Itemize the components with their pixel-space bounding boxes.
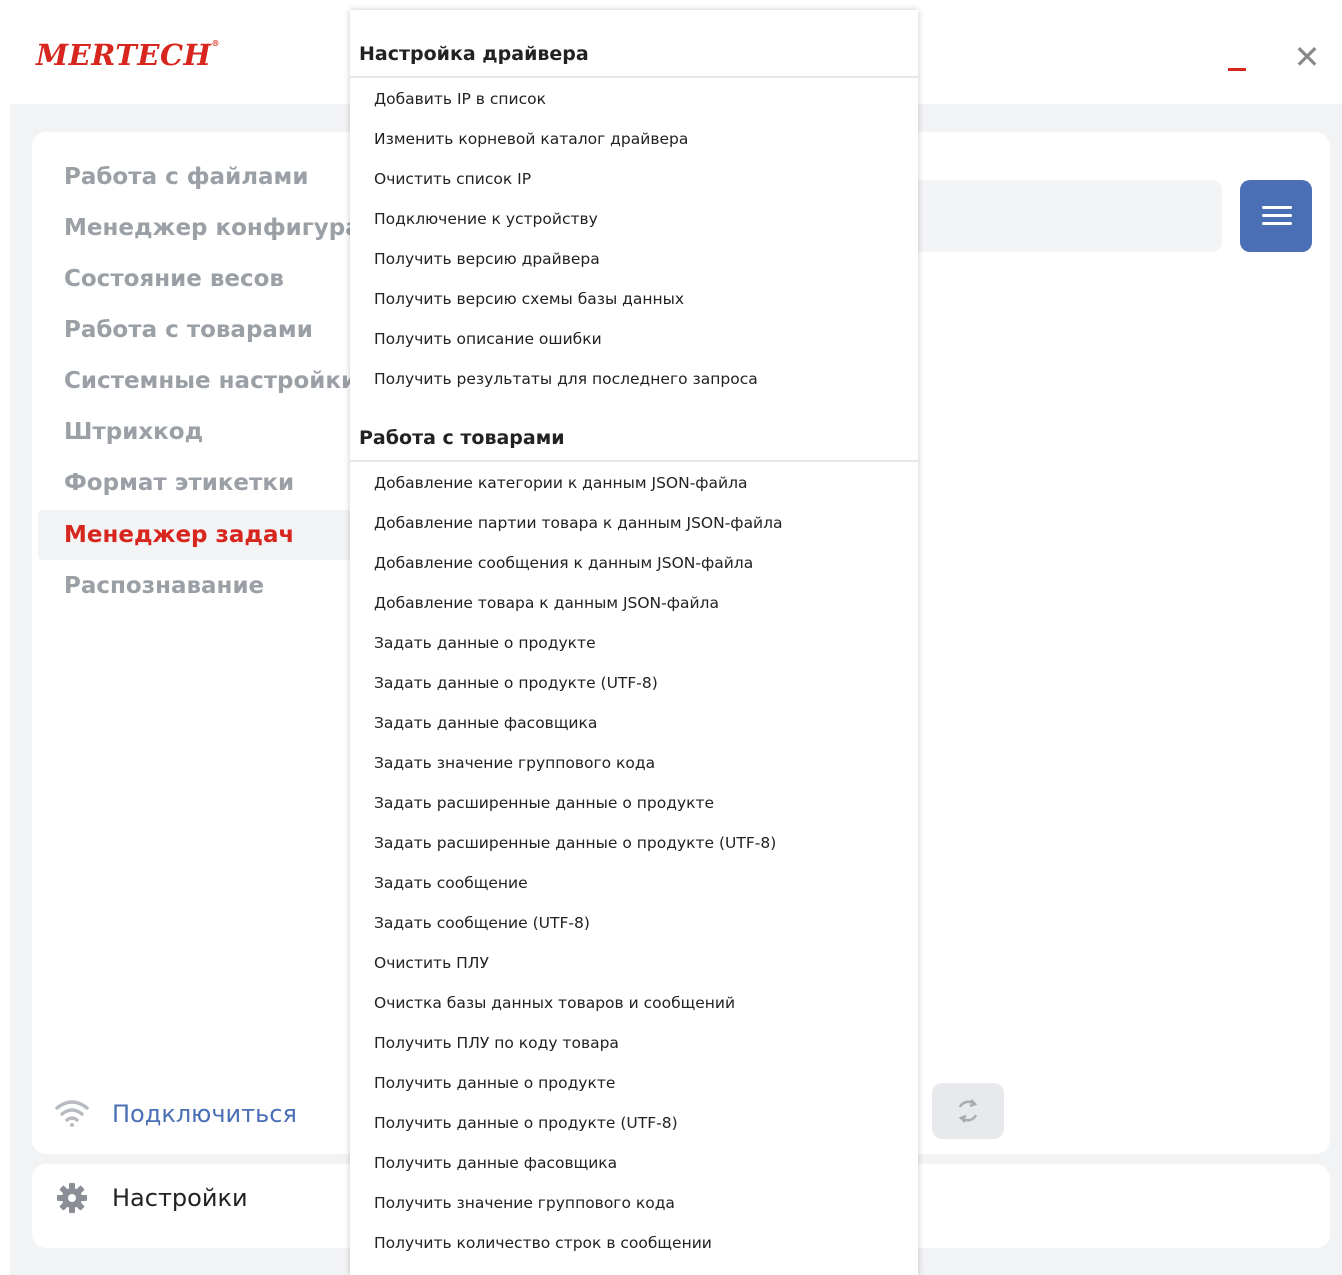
menu-item[interactable]: Получить количество строк в сообщении: [374, 1234, 712, 1252]
hamburger-menu-button[interactable]: [1240, 180, 1312, 252]
sidebar-item-files[interactable]: Работа с файлами: [38, 152, 378, 202]
menu-item[interactable]: Добавление сообщения к данным JSON-файла: [374, 554, 753, 572]
menu-item[interactable]: Задать расширенные данные о продукте: [374, 794, 714, 812]
wifi-icon: [55, 1100, 89, 1127]
minimize-icon[interactable]: [1228, 68, 1246, 71]
sidebar-item-task-manager[interactable]: Менеджер задач: [38, 510, 378, 560]
sidebar-item-barcode[interactable]: Штрихкод: [38, 407, 378, 457]
section-title-driver-settings: Настройка драйвера: [359, 43, 589, 65]
sidebar-item-recognition[interactable]: Распознавание: [38, 561, 378, 611]
menu-item[interactable]: Получить результаты для последнего запро…: [374, 370, 758, 388]
close-icon[interactable]: ✕: [1290, 40, 1324, 74]
menu-item[interactable]: Очистка базы данных товаров и сообщений: [374, 994, 735, 1012]
sidebar-item-scale-status[interactable]: Состояние весов: [38, 254, 378, 304]
menu-item[interactable]: Задать сообщение: [374, 874, 528, 892]
menu-item[interactable]: Получить версию схемы базы данных: [374, 290, 684, 308]
menu-item[interactable]: Задать расширенные данные о продукте (UT…: [374, 834, 776, 852]
hamburger-icon: [1262, 206, 1292, 209]
menu-item[interactable]: Задать данные о продукте: [374, 634, 596, 652]
settings-button[interactable]: Настройки: [54, 1176, 354, 1226]
menu-item[interactable]: Задать данные о продукте (UTF-8): [374, 674, 658, 692]
sidebar-item-config-manager[interactable]: Менеджер конфигурации: [38, 203, 378, 253]
menu-item[interactable]: Подключение к устройству: [374, 210, 598, 228]
gear-icon: [57, 1183, 87, 1213]
task-search-field[interactable]: [902, 180, 1222, 252]
menu-item[interactable]: Очистить ПЛУ: [374, 954, 489, 972]
menu-item[interactable]: Получить данные о продукте: [374, 1074, 615, 1092]
section-title-products: Работа с товарами: [359, 427, 565, 449]
menu-item[interactable]: Получить версию драйвера: [374, 250, 600, 268]
sidebar-item-products[interactable]: Работа с товарами: [38, 305, 378, 355]
settings-label: Настройки: [112, 1184, 248, 1212]
menu-item[interactable]: Получить значение группового кода: [374, 1194, 675, 1212]
menu-item[interactable]: Получить описание ошибки: [374, 330, 602, 348]
connect-label: Подключиться: [112, 1100, 297, 1128]
menu-item[interactable]: Добавить IP в список: [374, 90, 546, 108]
sidebar-item-system-settings[interactable]: Системные настройки: [38, 356, 378, 406]
section-divider: [350, 76, 918, 78]
sidebar-item-label-format[interactable]: Формат этикетки: [38, 458, 378, 508]
menu-item[interactable]: Изменить корневой каталог драйвера: [374, 130, 688, 148]
menu-item[interactable]: Добавление партии товара к данным JSON-ф…: [374, 514, 783, 532]
menu-item[interactable]: Получить данные о продукте (UTF-8): [374, 1114, 678, 1132]
mertech-logo: MERTECH®: [36, 38, 220, 72]
menu-item[interactable]: Задать данные фасовщика: [374, 714, 597, 732]
menu-item[interactable]: Добавление товара к данным JSON-файла: [374, 594, 719, 612]
connect-button[interactable]: Подключиться: [54, 1092, 354, 1142]
menu-item[interactable]: Очистить список IP: [374, 170, 531, 188]
menu-item[interactable]: Получить данные фасовщика: [374, 1154, 617, 1172]
refresh-button[interactable]: [932, 1083, 1004, 1139]
refresh-icon: [958, 1099, 978, 1123]
menu-item[interactable]: Получить ПЛУ по коду товара: [374, 1034, 619, 1052]
section-divider: [350, 460, 918, 462]
menu-item[interactable]: Добавление категории к данным JSON-файла: [374, 474, 748, 492]
menu-item[interactable]: Задать сообщение (UTF-8): [374, 914, 590, 932]
task-dropdown-menu: Настройка драйвера Добавить IP в список …: [350, 10, 918, 1275]
menu-item[interactable]: Задать значение группового кода: [374, 754, 655, 772]
